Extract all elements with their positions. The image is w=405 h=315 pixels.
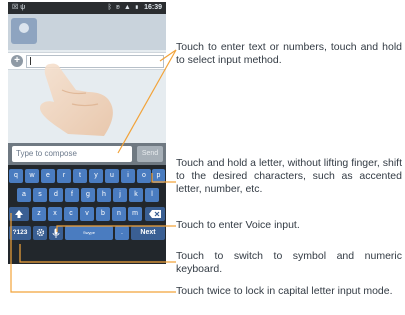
key-u[interactable]: u bbox=[105, 169, 119, 183]
period-key[interactable]: . bbox=[115, 226, 129, 240]
key-h[interactable]: h bbox=[97, 188, 111, 202]
compose-bar: Type to compose Send bbox=[8, 143, 166, 165]
gear-icon bbox=[36, 228, 44, 237]
key-a[interactable]: a bbox=[17, 188, 31, 202]
key-d[interactable]: d bbox=[49, 188, 63, 202]
key-m[interactable]: m bbox=[128, 207, 142, 221]
key-g[interactable]: g bbox=[81, 188, 95, 202]
settings-key[interactable] bbox=[33, 226, 47, 240]
callout-caps: Touch twice to lock in capital letter in… bbox=[176, 285, 393, 297]
key-n[interactable]: n bbox=[112, 207, 126, 221]
send-button[interactable]: Send bbox=[137, 146, 163, 162]
callout-symbol: Touch to switch to symbol and numeric ke… bbox=[176, 250, 402, 275]
text-cursor bbox=[30, 57, 31, 65]
key-s[interactable]: s bbox=[33, 188, 47, 202]
shift-arrow-icon bbox=[15, 210, 23, 218]
callout-voice: Touch to enter Voice input. bbox=[176, 219, 300, 231]
phone-screenshot: ☒ ψ ᛒ ◉ ▲ ▮ 16:39 + Type to compose Send… bbox=[8, 2, 166, 264]
key-l[interactable]: l bbox=[145, 188, 159, 202]
space-key[interactable]: Swype bbox=[65, 226, 113, 240]
backspace-icon bbox=[149, 210, 161, 218]
key-i[interactable]: i bbox=[121, 169, 135, 183]
key-r[interactable]: r bbox=[57, 169, 71, 183]
delete-key[interactable] bbox=[145, 207, 165, 221]
symbol-key[interactable]: ?123 bbox=[9, 226, 31, 240]
callout-letter: Touch and hold a letter, without lifting… bbox=[176, 157, 402, 195]
status-time: 16:39 bbox=[144, 4, 162, 11]
notification-icons: ☒ ψ bbox=[12, 4, 26, 11]
compose-input[interactable]: Type to compose bbox=[12, 146, 132, 162]
key-o[interactable]: o bbox=[137, 169, 151, 183]
key-t[interactable]: t bbox=[73, 169, 87, 183]
key-v[interactable]: v bbox=[80, 207, 94, 221]
key-w[interactable]: w bbox=[25, 169, 39, 183]
key-f[interactable]: f bbox=[65, 188, 79, 202]
shift-key[interactable] bbox=[9, 207, 29, 221]
contact-avatar-icon[interactable] bbox=[11, 18, 37, 44]
status-icons: ᛒ ◉ ▲ ▮ bbox=[107, 4, 140, 11]
callout-input: Touch to enter text or numbers, touch an… bbox=[176, 41, 402, 66]
key-z[interactable]: z bbox=[32, 207, 46, 221]
add-recipient-icon[interactable]: + bbox=[11, 55, 23, 67]
key-e[interactable]: e bbox=[41, 169, 55, 183]
key-x[interactable]: x bbox=[48, 207, 62, 221]
next-key[interactable]: Next bbox=[131, 226, 165, 240]
microphone-icon bbox=[52, 228, 60, 238]
key-j[interactable]: j bbox=[113, 188, 127, 202]
key-q[interactable]: q bbox=[9, 169, 23, 183]
key-c[interactable]: c bbox=[64, 207, 78, 221]
key-p[interactable]: p bbox=[152, 169, 165, 183]
message-header bbox=[8, 14, 166, 50]
status-bar: ☒ ψ ᛒ ◉ ▲ ▮ 16:39 bbox=[8, 2, 166, 14]
key-y[interactable]: y bbox=[89, 169, 103, 183]
mic-key[interactable] bbox=[49, 226, 63, 240]
key-k[interactable]: k bbox=[129, 188, 143, 202]
key-b[interactable]: b bbox=[96, 207, 110, 221]
hand-pointer-icon bbox=[40, 63, 113, 136]
keyboard: q w e r t y u i o p a s d f g h j k l z … bbox=[8, 165, 166, 264]
